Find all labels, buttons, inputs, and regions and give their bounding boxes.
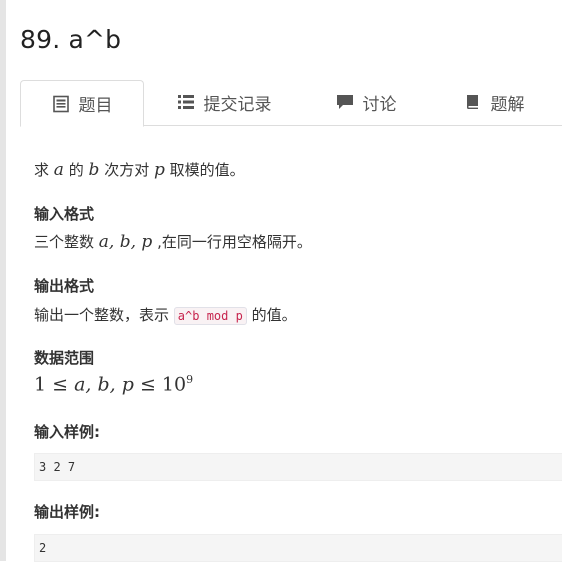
var-p: p xyxy=(153,160,165,180)
output-format-text: 输出一个整数，表示 a^b mod p 的值。 xyxy=(34,304,297,325)
input-format-text: 三个整数 a, b, p ,在同一行用空格隔开。 xyxy=(34,231,312,252)
sample-output-heading: 输出样例: xyxy=(34,503,100,521)
tab-bar: 题目 提交记录 讨论 题解 xyxy=(20,80,562,127)
sample-input-text: 3 2 7 xyxy=(39,460,76,474)
input-format-heading: 输入格式 xyxy=(34,205,95,223)
range-exponent: 9 xyxy=(186,373,194,386)
output-format-heading: 输出格式 xyxy=(34,277,95,295)
list-icon xyxy=(177,93,195,111)
output-suffix: 的值。 xyxy=(251,306,297,324)
range-left: 1 ≤ xyxy=(34,373,75,396)
tab-problem[interactable]: 题目 xyxy=(20,80,144,127)
desc-of: 的 xyxy=(68,161,84,179)
range-vars: a, b, p xyxy=(74,373,134,396)
problem-description: 求 a 的 b 次方对 p 取模的值。 xyxy=(34,159,245,180)
left-border xyxy=(0,0,6,561)
input-prefix: 三个整数 xyxy=(34,233,95,251)
sample-output-text: 2 xyxy=(39,541,47,555)
range-right: ≤ 10 xyxy=(133,373,187,396)
data-range-formula: 1 ≤ a, b, p ≤ 109 xyxy=(34,373,193,395)
tab-problem-label: 题目 xyxy=(78,96,113,116)
var-b: b xyxy=(88,160,100,180)
desc-power-to: 次方对 xyxy=(104,161,150,179)
page-title: 89. a^b xyxy=(20,25,122,54)
tab-solutions-label: 题解 xyxy=(490,94,525,115)
tab-discussion-label: 讨论 xyxy=(362,94,397,115)
tab-submissions-label: 提交记录 xyxy=(203,94,272,115)
tab-discussion[interactable]: 讨论 xyxy=(316,80,416,124)
comment-icon xyxy=(336,93,354,111)
input-suffix: ,在同一行用空格隔开。 xyxy=(157,233,312,251)
var-a: a xyxy=(53,160,64,180)
document-icon xyxy=(52,95,70,113)
sample-input-heading: 输入样例: xyxy=(34,423,100,441)
output-code: a^b mod p xyxy=(173,307,247,325)
data-range-heading: 数据范围 xyxy=(34,349,95,367)
input-vars: a, b, p xyxy=(98,232,153,252)
desc-suffix: 取模的值。 xyxy=(169,161,245,179)
tab-solutions[interactable]: 题解 xyxy=(444,80,544,124)
sample-output-block: 2 xyxy=(34,534,562,562)
tab-submissions[interactable]: 提交记录 xyxy=(160,80,288,124)
desc-prefix: 求 xyxy=(34,161,50,179)
output-prefix: 输出一个整数，表示 xyxy=(34,306,170,324)
sample-input-block: 3 2 7 xyxy=(34,453,562,481)
book-icon xyxy=(464,93,482,111)
